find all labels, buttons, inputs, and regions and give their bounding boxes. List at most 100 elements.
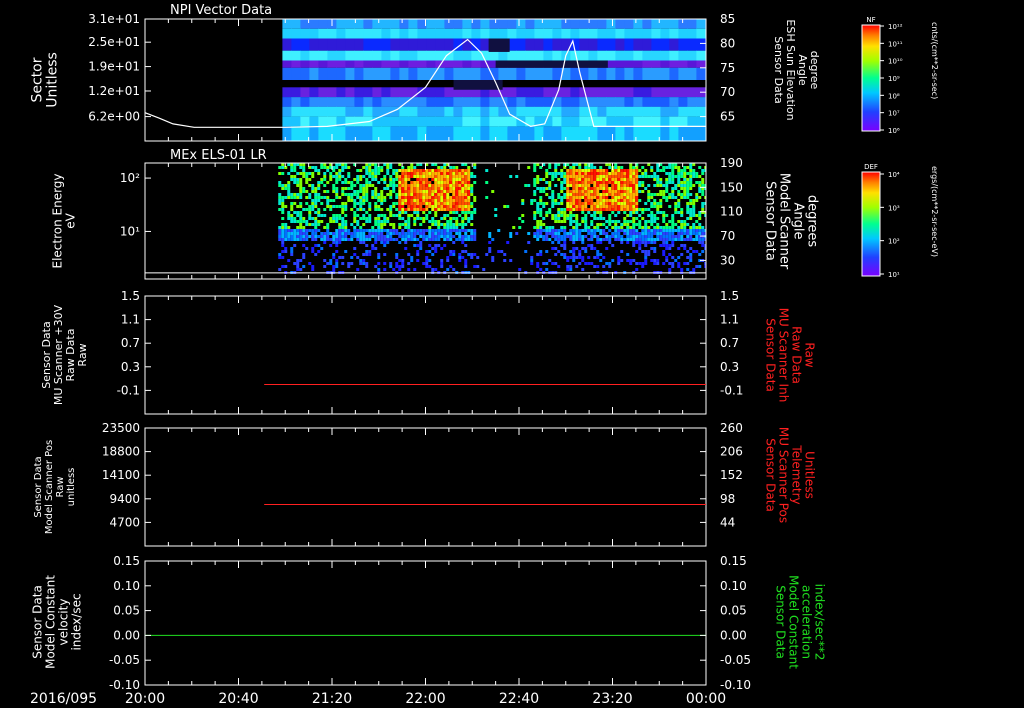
heat-pixel (392, 229, 396, 232)
heat-pixel (335, 229, 339, 232)
heat-pixel (590, 229, 594, 232)
heat-pixel (569, 190, 573, 193)
heat-cell (651, 106, 661, 117)
heat-pixel (353, 178, 357, 181)
heat-pixel (350, 208, 354, 211)
heat-pixel (656, 184, 660, 187)
heat-pixel (464, 193, 468, 196)
els-spectrogram (278, 163, 706, 274)
heat-pixel (338, 238, 342, 241)
heat-pixel (449, 178, 453, 181)
heat-pixel (323, 178, 327, 181)
heat-pixel (419, 244, 423, 247)
heat-cell (570, 19, 580, 29)
heat-pixel (563, 217, 567, 220)
heat-pixel (377, 208, 381, 211)
heat-pixel (575, 193, 579, 196)
heat-pixel (584, 166, 588, 169)
heat-pixel (581, 193, 585, 196)
heat-cell (318, 97, 328, 107)
heat-pixel (584, 181, 588, 184)
heat-pixel (332, 187, 336, 190)
heat-pixel (446, 205, 450, 208)
heat-pixel (590, 166, 594, 169)
y-tick-label: 30 (720, 253, 735, 267)
heat-pixel (623, 211, 627, 214)
heat-pixel (518, 217, 522, 220)
heat-pixel (344, 223, 348, 226)
heat-pixel (614, 238, 618, 241)
heat-pixel (653, 217, 657, 220)
colorbar-tick-label: 10² (888, 238, 900, 246)
heat-pixel (602, 217, 606, 220)
heat-pixel (464, 202, 468, 205)
heat-pixel (665, 256, 669, 259)
heat-pixel (569, 199, 573, 202)
heat-pixel (641, 211, 645, 214)
heat-pixel (662, 217, 666, 220)
heat-pixel (416, 181, 420, 184)
heat-cell (660, 126, 670, 141)
heat-cell (534, 97, 544, 107)
heat-pixel (440, 190, 444, 193)
heat-pixel (443, 187, 447, 190)
heat-pixel (470, 253, 474, 256)
heat-pixel (680, 235, 684, 238)
heat-pixel (383, 199, 387, 202)
heat-cell (444, 87, 454, 98)
heat-cell (705, 28, 706, 39)
heat-pixel (647, 232, 651, 235)
heat-pixel (434, 199, 438, 202)
heat-pixel (299, 220, 303, 223)
heat-pixel (605, 190, 609, 193)
heat-pixel (380, 196, 384, 199)
heat-pixel (455, 238, 459, 241)
heat-cell (345, 87, 355, 98)
heat-cell (579, 28, 589, 39)
heat-pixel (659, 232, 663, 235)
heat-pixel (569, 175, 573, 178)
heat-pixel (488, 241, 492, 244)
heat-cell (579, 116, 589, 127)
heat-pixel (344, 214, 348, 217)
heat-cell (300, 50, 310, 61)
heat-pixel (593, 196, 597, 199)
heat-pixel (332, 199, 336, 202)
y-tick-label: 0.7 (720, 336, 739, 350)
heat-pixel (395, 184, 399, 187)
heat-pixel (281, 229, 285, 232)
heat-pixel (401, 178, 405, 181)
heat-pixel (449, 238, 453, 241)
heat-pixel (407, 232, 411, 235)
axis-title-line: MU Scanner Inh (776, 308, 790, 403)
heat-pixel (356, 181, 360, 184)
heat-pixel (572, 166, 576, 169)
heat-pixel (338, 214, 342, 217)
heat-pixel (614, 199, 618, 202)
heat-pixel (368, 232, 372, 235)
heat-pixel (458, 175, 462, 178)
heat-pixel (443, 202, 447, 205)
heat-pixel (392, 238, 396, 241)
heat-pixel (587, 181, 591, 184)
heat-pixel (470, 238, 474, 241)
heat-pixel (440, 205, 444, 208)
heat-pixel (281, 241, 285, 244)
heat-pixel (332, 214, 336, 217)
heat-pixel (305, 238, 309, 241)
heat-pixel (470, 214, 474, 217)
heat-pixel (563, 220, 567, 223)
heat-pixel (365, 172, 369, 175)
heat-pixel (620, 241, 624, 244)
heat-pixel (443, 169, 447, 172)
heat-cell (354, 116, 364, 127)
heat-pixel (461, 199, 465, 202)
heat-pixel (452, 205, 456, 208)
heat-pixel (347, 229, 351, 232)
heat-pixel (665, 226, 669, 229)
heat-cell (327, 28, 337, 39)
heat-pixel (293, 229, 297, 232)
heat-pixel (308, 205, 312, 208)
heat-pixel (347, 262, 351, 265)
heat-cell (480, 116, 490, 127)
